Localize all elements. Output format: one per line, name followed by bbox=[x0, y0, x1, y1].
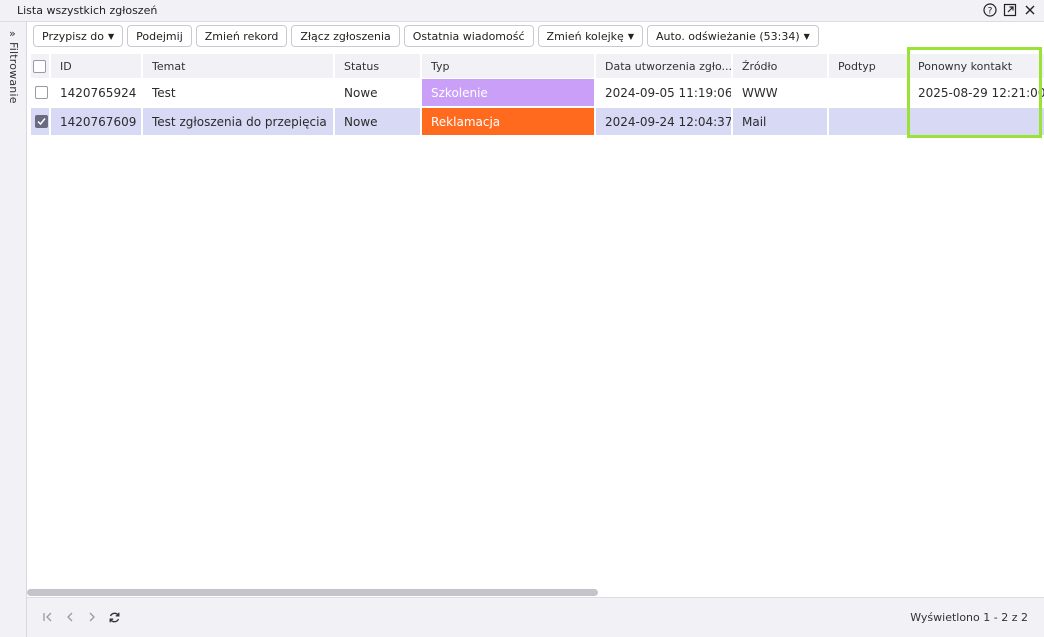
select-all-checkbox[interactable] bbox=[33, 59, 46, 73]
checkmark-icon bbox=[37, 118, 46, 126]
cell-subject: Test bbox=[152, 85, 176, 100]
next-page-icon[interactable] bbox=[85, 610, 99, 624]
pagination-status: Wyświetlono 1 - 2 z 2 bbox=[910, 611, 1028, 624]
cell-source: WWW bbox=[742, 85, 778, 100]
column-header-subtype[interactable]: Podtyp bbox=[829, 54, 907, 78]
caret-down-icon: ▼ bbox=[108, 31, 115, 41]
cell-subtype bbox=[829, 108, 907, 135]
tickets-table: ID Temat Status Typ Data utworzenia zgło… bbox=[31, 54, 1044, 137]
first-page-icon[interactable] bbox=[41, 610, 55, 624]
select-all-cell[interactable] bbox=[31, 54, 49, 78]
caret-down-icon: ▼ bbox=[627, 31, 634, 41]
assign-to-label: Przypisz do bbox=[42, 29, 104, 43]
table-row[interactable]: 1420765924 Test Nowe Szkolenie 2024-09-0… bbox=[31, 79, 1044, 108]
cell-recontact bbox=[909, 108, 1044, 135]
cell-type: Szkolenie bbox=[422, 79, 594, 106]
last-message-button[interactable]: Ostatnia wiadomość bbox=[403, 25, 534, 47]
change-queue-label: Zmień kolejkę bbox=[546, 29, 624, 43]
column-header-id[interactable]: ID bbox=[51, 54, 141, 78]
column-header-subject[interactable]: Temat bbox=[143, 54, 333, 78]
filter-sidebar[interactable]: » Filtrowanie bbox=[0, 22, 27, 637]
cell-status: Nowe bbox=[344, 85, 378, 100]
cell-created: 2024-09-05 11:19:06 bbox=[605, 85, 731, 100]
toolbar: Przypisz do ▼ Podejmij Zmień rekord Złąc… bbox=[33, 25, 819, 49]
cell-id: 1420767609 bbox=[51, 108, 141, 135]
cell-type: Reklamacja bbox=[422, 108, 594, 135]
svg-text:?: ? bbox=[988, 7, 993, 17]
cell-status: Nowe bbox=[335, 108, 420, 135]
window-title: Lista wszystkich zgłoszeń bbox=[17, 4, 158, 17]
help-icon[interactable]: ? bbox=[982, 2, 998, 18]
double-chevron-right-icon[interactable]: » bbox=[9, 27, 16, 40]
row-checkbox[interactable] bbox=[35, 86, 48, 99]
cell-source: Mail bbox=[733, 108, 827, 135]
row-select-cell[interactable] bbox=[31, 108, 49, 135]
window-titlebar: Lista wszystkich zgłoszeń ? bbox=[0, 0, 1044, 22]
cell-id: 1420765924 bbox=[60, 85, 137, 100]
close-icon[interactable] bbox=[1022, 2, 1038, 18]
caret-down-icon: ▼ bbox=[803, 31, 810, 41]
table-footer: Wyświetlono 1 - 2 z 2 bbox=[27, 597, 1044, 637]
row-checkbox[interactable] bbox=[35, 115, 48, 128]
cell-subject: Test zgłoszenia do przepięcia bbox=[143, 108, 333, 135]
take-button[interactable]: Podejmij bbox=[127, 25, 192, 47]
auto-refresh-button[interactable]: Auto. odświeżanie (53:34) ▼ bbox=[646, 25, 819, 47]
assign-to-button[interactable]: Przypisz do ▼ bbox=[33, 25, 124, 47]
column-header-recontact[interactable]: Ponowny kontakt bbox=[909, 54, 1044, 78]
cell-subtype bbox=[829, 79, 907, 106]
pop-out-icon[interactable] bbox=[1002, 2, 1018, 18]
pager bbox=[41, 610, 121, 624]
column-header-source[interactable]: Źródło bbox=[733, 54, 827, 78]
column-header-status[interactable]: Status bbox=[335, 54, 420, 78]
window-controls: ? bbox=[982, 2, 1038, 18]
refresh-icon[interactable] bbox=[107, 610, 121, 624]
change-queue-button[interactable]: Zmień kolejkę ▼ bbox=[537, 25, 643, 47]
column-header-type[interactable]: Typ bbox=[422, 54, 594, 78]
auto-refresh-label: Auto. odświeżanie (53:34) bbox=[655, 29, 800, 43]
column-header-created[interactable]: Data utworzenia zgło... bbox=[596, 54, 731, 78]
table-row[interactable]: 1420767609 Test zgłoszenia do przepięcia… bbox=[31, 108, 1044, 137]
cell-recontact: 2025-08-29 12:21:00 bbox=[918, 85, 1044, 100]
row-select-cell[interactable] bbox=[31, 79, 49, 106]
filter-sidebar-label[interactable]: Filtrowanie bbox=[7, 42, 20, 104]
horizontal-scrollbar-thumb[interactable] bbox=[27, 589, 598, 596]
change-record-button[interactable]: Zmień rekord bbox=[195, 25, 288, 47]
cell-created: 2024-09-24 12:04:37 bbox=[596, 108, 731, 135]
previous-page-icon[interactable] bbox=[63, 610, 77, 624]
merge-tickets-button[interactable]: Złącz zgłoszenia bbox=[291, 25, 400, 47]
table-header-row: ID Temat Status Typ Data utworzenia zgło… bbox=[31, 54, 1044, 79]
